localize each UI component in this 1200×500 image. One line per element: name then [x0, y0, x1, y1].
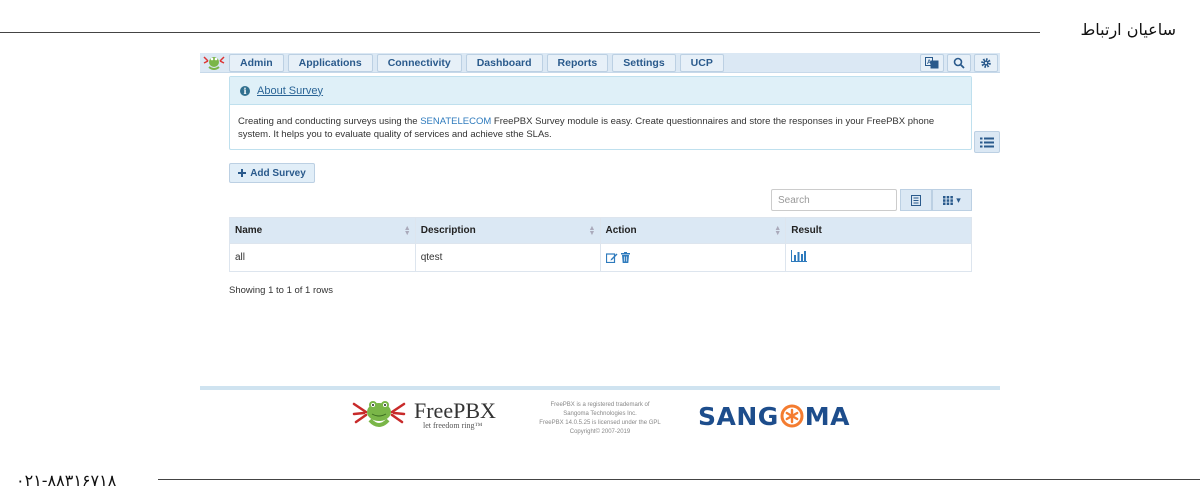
- about-panel: i About Survey Creating and conducting s…: [229, 76, 972, 150]
- cell-description: qtest: [415, 243, 601, 272]
- info-icon: i: [240, 85, 250, 96]
- about-text-start: Creating and conducting surveys using th…: [238, 116, 421, 127]
- nav-connectivity[interactable]: Connectivity: [376, 54, 462, 72]
- toggle-view-button[interactable]: [900, 189, 932, 211]
- sangoma-logo[interactable]: SANG MA: [698, 401, 850, 431]
- top-divider: [0, 32, 1040, 33]
- chevron-down-icon: ▾: [956, 194, 961, 205]
- pagination-info: Showing 1 to 1 of 1 rows: [229, 285, 334, 296]
- cell-name: all: [229, 243, 416, 272]
- search-input[interactable]: [771, 189, 897, 211]
- senatelecom-link[interactable]: SENATELECOM: [420, 116, 491, 127]
- columns-dropdown-button[interactable]: ▾: [932, 189, 972, 211]
- nav-icon-group: A: [920, 54, 998, 72]
- nav-applications[interactable]: Applications: [287, 54, 373, 72]
- nav-dashboard[interactable]: Dashboard: [465, 54, 543, 72]
- table-header-row: Name ▲ ▼ Description ▲ ▼ Action ▲ ▼ Result: [229, 217, 972, 244]
- nav-ucp[interactable]: UCP: [679, 54, 724, 72]
- legal-notice: FreePBX is a registered trademark of San…: [539, 402, 661, 435]
- top-navbar: Admin Applications Connectivity Dashboar…: [200, 53, 1000, 73]
- language-icon[interactable]: A: [920, 54, 944, 72]
- search-icon[interactable]: [947, 54, 971, 72]
- bar-chart-icon[interactable]: [791, 250, 808, 262]
- svg-text:A: A: [927, 60, 932, 66]
- add-survey-button[interactable]: Add Survey: [229, 163, 315, 183]
- plus-icon: [238, 169, 247, 177]
- nav-settings[interactable]: Settings: [612, 54, 676, 72]
- add-survey-label: Add Survey: [250, 167, 306, 179]
- column-header-name[interactable]: Name ▲ ▼: [229, 217, 416, 244]
- cell-result: [786, 244, 972, 272]
- trash-icon[interactable]: [620, 252, 630, 263]
- about-description: Creating and conducting surveys using th…: [230, 105, 971, 141]
- table-row: all qtest: [229, 243, 972, 272]
- bottom-divider: [158, 479, 1200, 480]
- nav-admin[interactable]: Admin: [229, 54, 284, 72]
- footer-divider: [200, 386, 1000, 390]
- columns-icon: [943, 195, 954, 205]
- nav-reports[interactable]: Reports: [546, 54, 609, 72]
- list-icon: [980, 137, 994, 147]
- sort-icon: ▲ ▼: [403, 225, 411, 237]
- about-header: i About Survey: [230, 77, 971, 105]
- nav-menu: Admin Applications Connectivity Dashboar…: [229, 54, 724, 72]
- list-toggle-button[interactable]: [974, 131, 1000, 153]
- column-header-result[interactable]: Result: [785, 217, 972, 244]
- cell-action: [600, 243, 787, 272]
- sort-icon: ▲ ▼: [774, 225, 782, 237]
- column-header-description[interactable]: Description ▲ ▼: [415, 217, 601, 244]
- brand-text: ساعیان ارتباط: [1080, 20, 1177, 39]
- phone-number: ۰۲۱-۸۸۳۱۶۷۱۸: [16, 471, 117, 490]
- freepbx-tagline: let freedom ring™: [423, 421, 483, 430]
- sort-icon: ▲ ▼: [588, 225, 596, 237]
- edit-icon[interactable]: [605, 252, 618, 263]
- column-header-action[interactable]: Action ▲ ▼: [600, 217, 787, 244]
- about-title-link[interactable]: About Survey: [257, 85, 323, 97]
- survey-table: Name ▲ ▼ Description ▲ ▼ Action ▲ ▼ Result all…: [229, 217, 972, 272]
- freepbx-frog-icon[interactable]: [202, 53, 226, 73]
- sangoma-o-icon: [780, 404, 804, 428]
- card-view-icon: [911, 194, 921, 206]
- gear-icon[interactable]: [974, 54, 998, 72]
- freepbx-logo-icon[interactable]: [352, 398, 406, 432]
